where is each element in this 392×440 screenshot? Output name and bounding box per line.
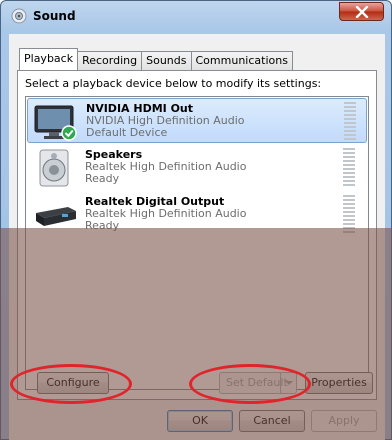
level-meter [343, 148, 355, 186]
tab-playback[interactable]: Playback [19, 48, 79, 70]
window-title: Sound [33, 9, 76, 23]
device-status: Ready [85, 172, 120, 185]
device-item-speakers[interactable]: Speakers Realtek High Definition Audio R… [27, 145, 367, 190]
ok-button[interactable]: OK [167, 410, 233, 432]
close-button[interactable] [339, 2, 384, 21]
level-meter [343, 195, 355, 233]
speaker-icon [39, 149, 69, 187]
title-bar[interactable]: Sound [1, 1, 391, 31]
level-meter [344, 102, 356, 140]
set-default-button[interactable]: Set Default [219, 372, 297, 394]
cancel-button[interactable]: Cancel [239, 410, 305, 432]
properties-button[interactable]: Properties [305, 372, 373, 394]
configure-button[interactable]: Configure [37, 372, 109, 394]
device-item-realtek-digital[interactable]: Realtek Digital Output Realtek High Defi… [27, 192, 367, 237]
set-default-label: Set Default [226, 376, 288, 389]
close-icon [355, 6, 369, 18]
tab-strip: Playback Recording Sounds Communications [19, 48, 293, 70]
instruction-text: Select a playback device below to modify… [25, 77, 322, 90]
device-list[interactable]: NVIDIA HDMI Out NVIDIA High Definition A… [25, 96, 369, 390]
monitor-icon [34, 105, 77, 141]
sound-dialog-window: Sound Playback Recording Sounds Communic… [0, 0, 392, 440]
device-status: Default Device [86, 126, 168, 139]
chevron-down-icon [285, 381, 293, 385]
device-item-nvidia-hdmi[interactable]: NVIDIA HDMI Out NVIDIA High Definition A… [27, 98, 367, 143]
device-status: Ready [85, 219, 120, 232]
tab-recording[interactable]: Recording [77, 51, 143, 70]
tab-communications[interactable]: Communications [190, 51, 293, 70]
tab-sounds[interactable]: Sounds [141, 51, 192, 70]
set-default-dropdown[interactable] [280, 373, 296, 393]
apply-button[interactable]: Apply [311, 410, 377, 432]
speaker-title-icon [11, 8, 27, 24]
digital-receiver-icon [36, 207, 76, 226]
dialog-client-area: Playback Recording Sounds Communications… [9, 34, 385, 440]
